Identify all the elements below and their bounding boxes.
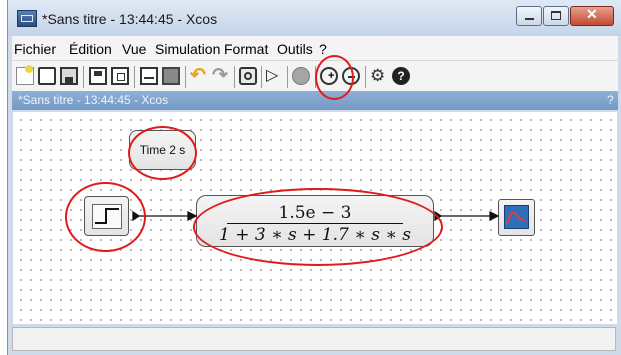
xcos-window: *Sans titre - 13:44:45 - Xcos ✕ Fichier … — [7, 0, 621, 355]
diagram-links — [132, 210, 500, 222]
highlight-start-button — [315, 55, 354, 100]
status-bar — [12, 327, 616, 351]
highlight-text-block — [128, 126, 197, 180]
link-arrowhead — [489, 210, 500, 222]
highlight-transfer-function — [193, 188, 443, 266]
highlight-step-block — [65, 182, 146, 252]
